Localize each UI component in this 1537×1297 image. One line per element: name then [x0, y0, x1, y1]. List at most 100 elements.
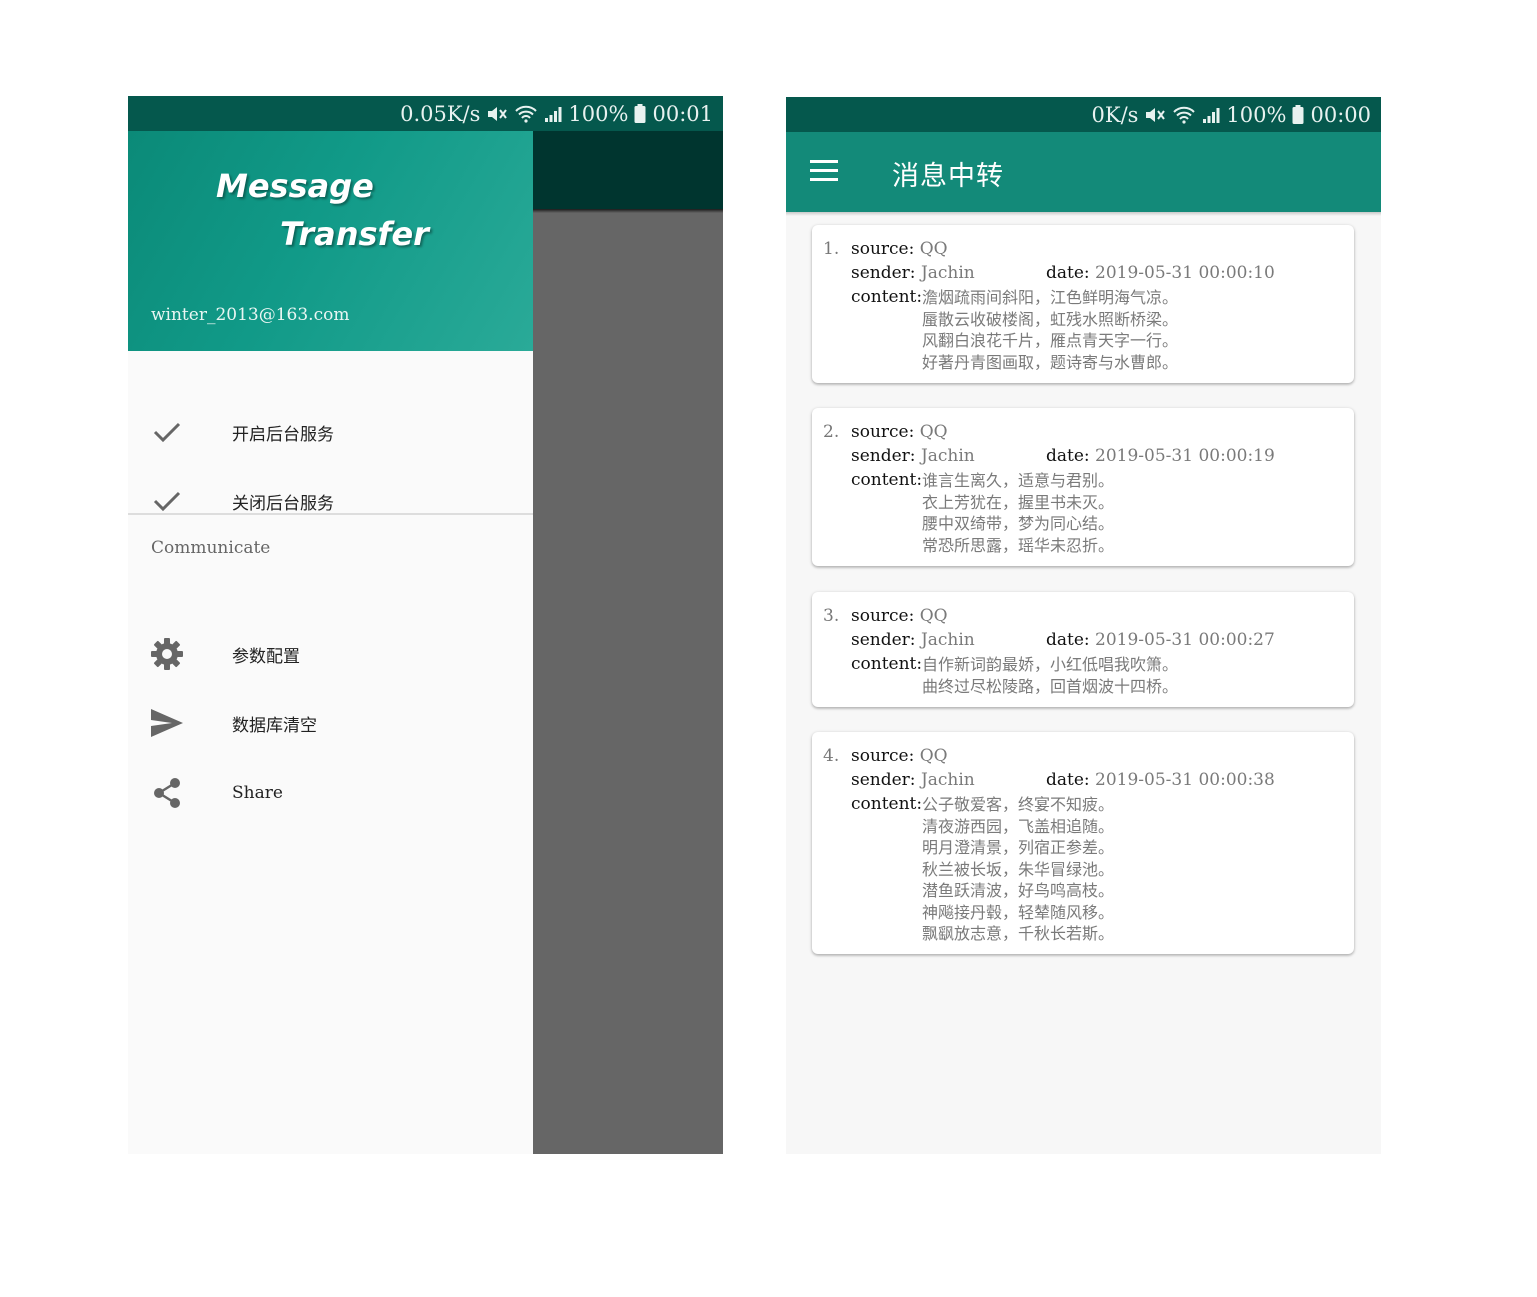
message-index: 4.: [823, 746, 840, 766]
message-card[interactable]: 3. source: QQ sender: Jachin date: 2019-…: [812, 592, 1354, 707]
message-index: 1.: [823, 239, 840, 259]
clock: 00:00: [1310, 102, 1371, 127]
content-line: 常恐所思露，瑶华未忍折。: [922, 535, 1115, 555]
dimmed-app-bar-shadow: [533, 209, 723, 213]
content-label: content:: [851, 794, 923, 814]
content-line: 腰中双绮带，梦为同心结。: [922, 514, 1115, 533]
sender-label: sender:: [851, 770, 916, 790]
message-source-row: source: QQ: [851, 746, 948, 766]
content-line: 风翻白浪花千片，雁点青天字一行。: [922, 331, 1179, 350]
content-line: 潜鱼跃清波，好鸟鸣高枝。: [922, 881, 1115, 900]
network-speed: 0.05K/s: [400, 101, 481, 126]
message-content-label-row: content:: [851, 470, 922, 490]
message-date: 2019-05-31 00:00:38: [1095, 770, 1275, 790]
content-line: 公子敬爱客，终宴不知疲。: [922, 795, 1115, 814]
source-label: source:: [851, 239, 915, 259]
status-bar: 0K/s 100% 00:00: [786, 97, 1381, 132]
message-date: 2019-05-31 00:00:27: [1095, 630, 1275, 650]
menu-item-label: 关闭后台服务: [232, 493, 334, 514]
message-sender: Jachin: [920, 446, 975, 466]
message-card[interactable]: 2. source: QQ sender: Jachin date: 2019-…: [812, 408, 1354, 566]
menu-item-clear-database[interactable]: 数据库清空: [128, 691, 533, 755]
message-card[interactable]: 1. source: QQ sender: Jachin date: 2019-…: [812, 225, 1354, 383]
message-date: 2019-05-31 00:00:10: [1095, 263, 1275, 283]
check-icon: [150, 415, 184, 449]
content-line: 自作新词韵最娇，小红低唱我吹箫。: [922, 655, 1179, 674]
content-label: content:: [851, 287, 923, 307]
message-sender: Jachin: [920, 770, 975, 790]
sender-label: sender:: [851, 263, 916, 283]
message-content: 公子敬爱客，终宴不知疲。 清夜游西园，飞盖相追随。 明月澄清景，列宿正参差。 秋…: [922, 794, 1114, 945]
battery-icon: [1292, 104, 1304, 125]
menu-item-stop-service[interactable]: 关闭后台服务: [128, 469, 533, 533]
network-speed: 0K/s: [1091, 102, 1139, 127]
wifi-icon: [514, 104, 538, 124]
message-content-label-row: content:: [851, 287, 922, 307]
message-source-row: source: QQ: [851, 239, 948, 259]
menu-item-label: 数据库清空: [232, 715, 317, 736]
message-sender-row: sender: Jachin: [851, 446, 975, 466]
message-sender-row: sender: Jachin: [851, 770, 975, 790]
message-content-label-row: content:: [851, 794, 922, 814]
message-date: 2019-05-31 00:00:19: [1095, 446, 1275, 466]
menu-item-label: 开启后台服务: [232, 424, 334, 445]
battery-level: 100%: [1226, 102, 1287, 127]
share-icon: [150, 776, 184, 810]
app-toolbar: 消息中转: [786, 132, 1381, 212]
sender-label: sender:: [851, 446, 916, 466]
wifi-icon: [1172, 105, 1196, 125]
content-line: 神飚接丹毂，轻辇随风移。: [922, 902, 1115, 922]
content-line: 飘飖放志意，千秋长若斯。: [922, 924, 1115, 943]
battery-icon: [634, 103, 646, 124]
message-source-row: source: QQ: [851, 606, 948, 626]
signal-icon: [544, 105, 562, 123]
source-label: source:: [851, 422, 915, 442]
battery-level: 100%: [568, 101, 629, 126]
message-source-row: source: QQ: [851, 422, 948, 442]
message-sender-row: sender: Jachin: [851, 630, 975, 650]
message-source: QQ: [919, 239, 948, 259]
message-sender: Jachin: [920, 263, 975, 283]
date-label: date:: [1046, 446, 1090, 466]
logo-text-line1: Message: [216, 167, 374, 205]
mute-icon: [486, 104, 508, 124]
message-sender: Jachin: [920, 630, 975, 650]
dimmed-app-bar: [533, 131, 723, 211]
message-sender-row: sender: Jachin: [851, 263, 975, 283]
message-date-row: date: 2019-05-31 00:00:27: [1046, 630, 1275, 650]
message-content: 谁言生离久，适意与君别。 衣上芳犹在，握里书未灭。 腰中双绮带，梦为同心结。 常…: [922, 470, 1114, 556]
message-date-row: date: 2019-05-31 00:00:19: [1046, 446, 1275, 466]
sender-label: sender:: [851, 630, 916, 650]
content-line: 蜃散云收破楼阁，虹残水照断桥梁。: [922, 309, 1179, 329]
message-date-row: date: 2019-05-31 00:00:38: [1046, 770, 1275, 790]
content-line: 曲终过尽松陵路，回首烟波十四桥。: [922, 676, 1179, 696]
hamburger-menu-icon[interactable]: [810, 158, 840, 184]
content-line: 秋兰被长坂，朱华冒绿池。: [922, 859, 1115, 879]
date-label: date:: [1046, 630, 1090, 650]
message-source: QQ: [919, 746, 948, 766]
status-bar: 0.05K/s 100% 00:01: [128, 96, 723, 131]
page-title: 消息中转: [892, 161, 1004, 192]
message-content: 澹烟疏雨间斜阳，江色鲜明海气凉。 蜃散云收破楼阁，虹残水照断桥梁。 风翻白浪花千…: [922, 287, 1178, 373]
menu-item-label: 参数配置: [232, 646, 300, 667]
menu-item-start-service[interactable]: 开启后台服务: [128, 400, 533, 464]
content-line: 明月澄清景，列宿正参差。: [922, 838, 1115, 857]
left-phone-screen: 0.05K/s 100% 00:01 Message Transfer wint…: [128, 96, 723, 1154]
content-line: 谁言生离久，适意与君别。: [922, 471, 1115, 490]
message-source: QQ: [919, 422, 948, 442]
content-line: 清夜游西园，飞盖相追随。: [922, 816, 1115, 836]
date-label: date:: [1046, 263, 1090, 283]
content-label: content:: [851, 470, 923, 490]
clock: 00:01: [652, 101, 713, 126]
content-line: 澹烟疏雨间斜阳，江色鲜明海气凉。: [922, 288, 1179, 307]
source-label: source:: [851, 746, 915, 766]
menu-item-label: Share: [232, 783, 283, 803]
toolbar-shadow: [786, 212, 1381, 216]
menu-item-settings[interactable]: 参数配置: [128, 622, 533, 686]
navigation-drawer: Message Transfer winter_2013@163.com 开启后…: [128, 131, 533, 1154]
menu-item-share[interactable]: Share: [128, 761, 533, 825]
message-date-row: date: 2019-05-31 00:00:10: [1046, 263, 1275, 283]
content-label: content:: [851, 654, 923, 674]
message-index: 2.: [823, 422, 840, 442]
message-card[interactable]: 4. source: QQ sender: Jachin date: 2019-…: [812, 732, 1354, 954]
